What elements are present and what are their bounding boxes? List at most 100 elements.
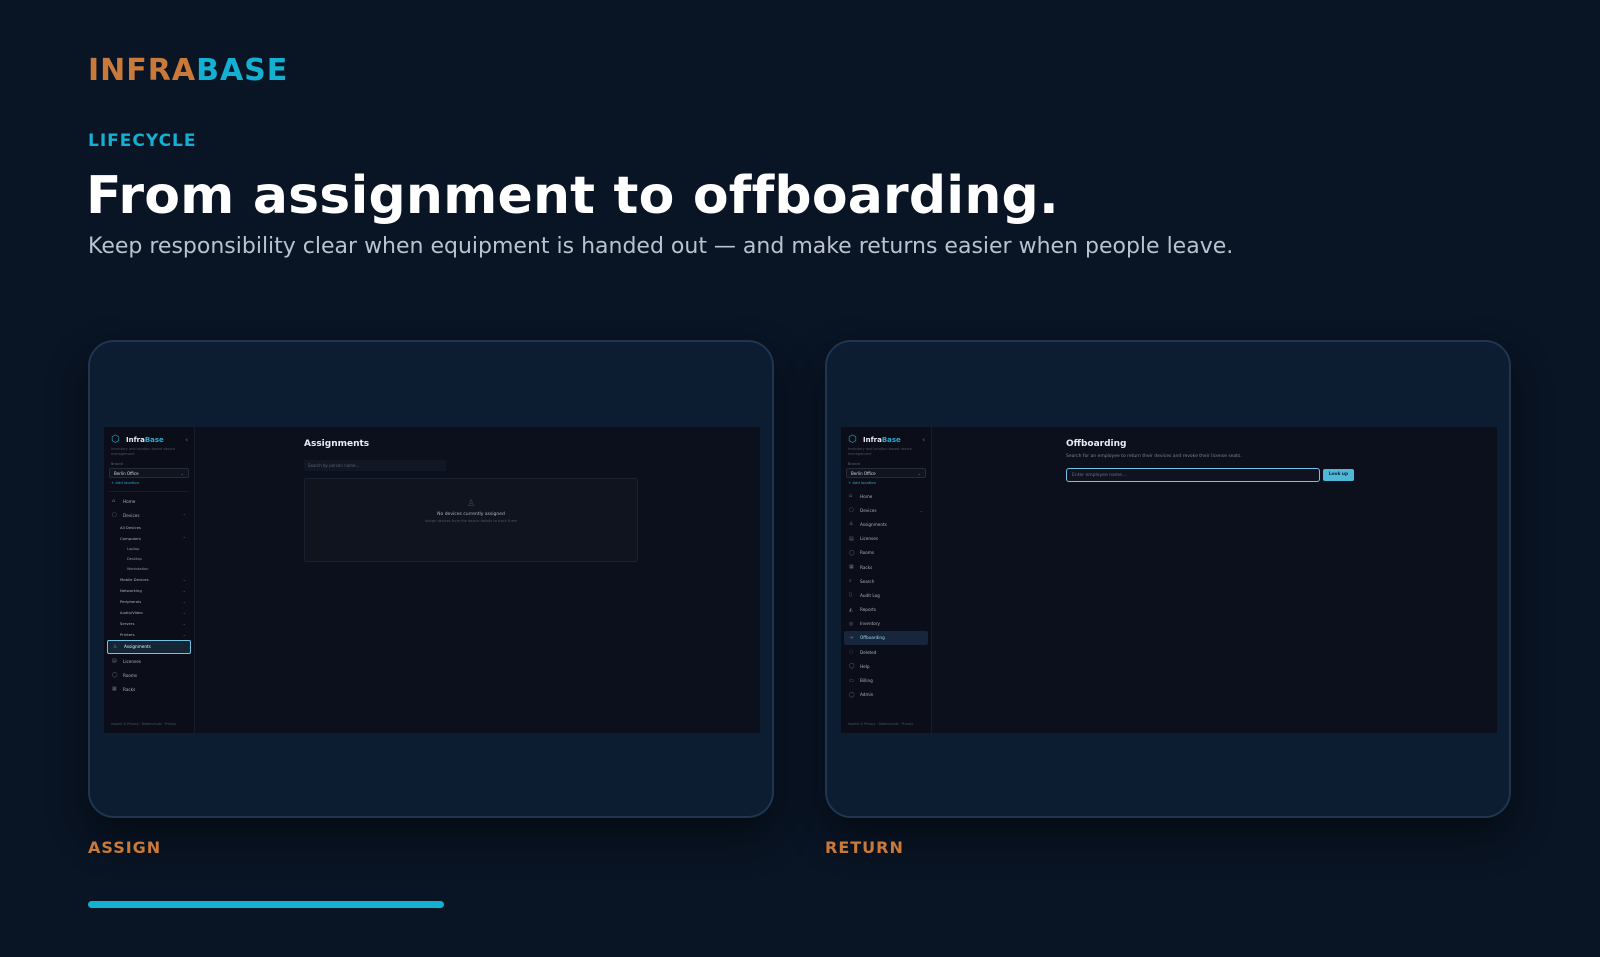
sidebar-item-desktop[interactable]: Desktop <box>107 554 191 564</box>
search-icon: ⌕ <box>849 578 852 585</box>
sidebar-item-licenses[interactable]: ▤ Licenses <box>107 654 191 668</box>
sidebar-item-all-devices[interactable]: All Devices <box>107 522 191 533</box>
logo-part-infra: INFRA <box>88 53 197 88</box>
room-icon: ◯ <box>849 549 855 556</box>
chevron-down-icon: ⌄ <box>182 620 186 626</box>
sidebar-item-search[interactable]: ⌕ Search <box>844 574 928 588</box>
cube-logo-icon: ⬡ <box>848 434 857 445</box>
sidebar-footer-links[interactable]: Imprint & Privacy · Datenschutz · Privac… <box>848 722 913 726</box>
add-location-link[interactable]: + Add location <box>841 479 931 489</box>
sidebar-item-deleted[interactable]: ◌ Deleted <box>844 645 928 659</box>
chevron-up-icon: ⌃ <box>182 512 186 518</box>
chevron-up-icon: ⌃ <box>182 536 186 542</box>
location-label: Branch <box>111 462 124 466</box>
sidebar-item-audio-video[interactable]: Audio/Video ⌄ <box>107 607 191 618</box>
license-icon: ▤ <box>112 658 117 665</box>
user-icon: ♙ <box>849 521 854 528</box>
credit-card-icon: ▭ <box>849 677 854 684</box>
assign-caption: ASSIGN <box>88 838 162 857</box>
location-value: Berlin Office <box>851 470 876 476</box>
sidebar-divider <box>109 491 189 492</box>
home-icon: ⌂ <box>112 498 116 505</box>
sidebar-item-racks[interactable]: ▦ Racks <box>107 682 191 696</box>
sidebar-item-peripherals[interactable]: Peripherals ⌄ <box>107 596 191 607</box>
infrabase-logo[interactable]: INFRABASE <box>88 56 288 86</box>
logo-part-base: BASE <box>196 53 289 88</box>
sidebar-item-networking[interactable]: Networking ⌄ <box>107 585 191 596</box>
user-icon: ♙ <box>113 643 118 650</box>
chevron-down-icon: ⌄ <box>917 470 921 476</box>
sidebar-header: ⬡ InfraBase ‹ <box>104 427 194 447</box>
sidebar-item-workstation[interactable]: Workstation <box>107 564 191 574</box>
sidebar-item-computers[interactable]: Computers ⌃ <box>107 533 191 544</box>
sidebar-header: ⬡ InfraBase ‹ <box>841 427 931 447</box>
location-select[interactable]: Berlin Office ⌄ <box>846 468 926 478</box>
inventory-icon: ◎ <box>849 620 854 627</box>
sidebar-item-laptop[interactable]: Laptop <box>107 544 191 554</box>
sidebar-item-home[interactable]: ⌂ Home <box>844 489 928 503</box>
sidebar-item-audit-log[interactable]: ▯ Audit Log <box>844 588 928 602</box>
sidebar-item-inventory[interactable]: ◎ Inventory <box>844 617 928 631</box>
sidebar-item-mobile-devices[interactable]: Mobile Devices ⌄ <box>107 574 191 585</box>
sidebar-item-assignments[interactable]: ♙ Assignments <box>107 639 191 654</box>
sidebar-item-assignments[interactable]: ♙ Assignments <box>844 517 928 531</box>
rack-icon: ▦ <box>849 564 854 571</box>
sidebar-nav: ⌂ Home ▢ Devices ⌃ All Devices Computers ⌃ L… <box>104 494 194 697</box>
sidebar-item-devices[interactable]: ▢ Devices ⌄ <box>844 503 928 517</box>
chevron-left-icon[interactable]: ‹ <box>185 436 188 444</box>
employee-name-input[interactable]: Enter employee name... <box>1066 468 1320 482</box>
sidebar-footer-links[interactable]: Imprint & Privacy · Datenschutz · Privac… <box>111 722 176 726</box>
assign-screenshot-card: ⬡ InfraBase ‹ Inventory and location-bas… <box>88 340 774 818</box>
chevron-down-icon: ⌄ <box>182 609 186 615</box>
search-input[interactable]: Search by person name... <box>304 460 446 471</box>
location-select[interactable]: Berlin Office ⌄ <box>109 468 189 478</box>
logout-icon: ⇥ <box>849 634 854 641</box>
sidebar-item-servers[interactable]: Servers ⌄ <box>107 618 191 629</box>
page-subheadline: Keep responsibility clear when equipment… <box>88 234 1234 259</box>
empty-state-title: No devices currently assigned <box>437 512 505 517</box>
add-location-link[interactable]: + Add location <box>104 479 194 489</box>
app-main: Offboarding Search for an employee to re… <box>932 427 1497 733</box>
monitor-icon: ▢ <box>112 512 117 519</box>
trash-icon: ◌ <box>849 649 854 656</box>
app-brand: InfraBase <box>126 436 164 444</box>
assign-app-screenshot: ⬡ InfraBase ‹ Inventory and location-bas… <box>104 427 760 733</box>
sidebar-item-offboarding[interactable]: ⇥ Offboarding <box>844 630 928 646</box>
sidebar-item-reports[interactable]: ◭ Reports <box>844 603 928 617</box>
chevron-down-icon: ⌄ <box>182 631 186 637</box>
location-value: Berlin Office <box>114 470 139 476</box>
chevron-down-icon: ⌄ <box>180 470 184 476</box>
look-up-button[interactable]: Look up <box>1323 469 1354 481</box>
sidebar-item-billing[interactable]: ▭ Billing <box>844 673 928 687</box>
admin-icon: ◯ <box>849 691 855 698</box>
sidebar-item-rooms[interactable]: ◯ Rooms <box>844 546 928 560</box>
empty-state-subtitle: Assign devices from the device details t… <box>424 519 518 523</box>
sidebar-item-devices[interactable]: ▢ Devices ⌃ <box>107 508 191 522</box>
sidebar-item-licenses[interactable]: ▤ Licenses <box>844 532 928 546</box>
slide-progress-bar <box>88 901 444 908</box>
return-app-screenshot: ⬡ InfraBase ‹ Inventory and location-bas… <box>841 427 1497 733</box>
section-eyebrow: LIFECYCLE <box>88 131 197 151</box>
app-sidebar: ⬡ InfraBase ‹ Inventory and location-bas… <box>841 427 932 733</box>
sidebar-item-rooms[interactable]: ◯ Rooms <box>107 668 191 682</box>
chevron-down-icon: ⌄ <box>182 587 186 593</box>
sidebar-item-help[interactable]: ◯ Help <box>844 659 928 673</box>
sidebar-item-admin[interactable]: ◯ Admin <box>844 688 928 702</box>
chevron-left-icon[interactable]: ‹ <box>922 436 925 444</box>
app-main: Assignments Search by person name... ♙ N… <box>195 427 760 733</box>
return-caption: RETURN <box>825 838 904 857</box>
rack-icon: ▦ <box>112 686 117 693</box>
app-sidebar: ⬡ InfraBase ‹ Inventory and location-bas… <box>104 427 195 733</box>
app-tagline: Inventory and location-based device mana… <box>848 447 912 456</box>
license-icon: ▤ <box>849 535 854 542</box>
cube-logo-icon: ⬡ <box>111 434 120 445</box>
empty-state-panel: ♙ No devices currently assigned Assign d… <box>304 478 638 562</box>
page-description: Search for an employee to return their d… <box>1066 454 1242 459</box>
chevron-down-icon: ⌄ <box>182 598 186 604</box>
page-title: Assignments <box>304 439 370 449</box>
page: INFRABASE LIFECYCLE From assignment to o… <box>0 0 1600 957</box>
sidebar-item-printers[interactable]: Printers ⌄ <box>107 629 191 640</box>
help-icon: ◯ <box>849 663 855 670</box>
sidebar-item-racks[interactable]: ▦ Racks <box>844 560 928 574</box>
sidebar-item-home[interactable]: ⌂ Home <box>107 494 191 508</box>
